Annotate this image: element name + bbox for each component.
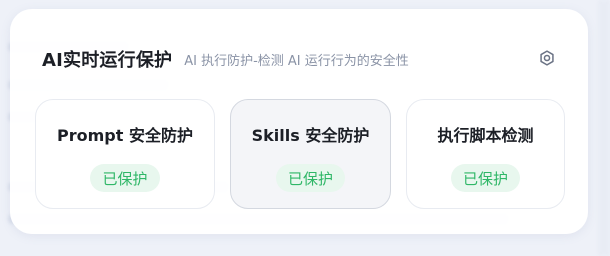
card-skills-protection[interactable]: Skills 安全防护 已保护 xyxy=(230,99,391,209)
background-scrollbar xyxy=(598,0,610,256)
panel-title: AI实时运行保护 xyxy=(42,50,173,71)
status-badge: 已保护 xyxy=(275,164,345,192)
status-badge: 已保护 xyxy=(90,164,160,192)
settings-button[interactable] xyxy=(536,49,558,71)
panel-subtitle: AI 执行防护-检测 AI 运行行为的安全性 xyxy=(184,53,409,69)
gear-icon xyxy=(538,49,556,71)
card-title: Skills 安全防护 xyxy=(251,126,370,145)
status-badge: 已保护 xyxy=(450,164,520,192)
card-prompt-protection[interactable]: Prompt 安全防护 已保护 xyxy=(35,99,215,209)
card-title: Prompt 安全防护 xyxy=(57,126,193,145)
ai-runtime-protection-panel: AI实时运行保护 AI 执行防护-检测 AI 运行行为的安全性 Prompt 安… xyxy=(10,9,588,234)
card-script-detection[interactable]: 执行脚本检测 已保护 xyxy=(406,99,565,209)
panel-header: AI实时运行保护 AI 执行防护-检测 AI 运行行为的安全性 xyxy=(42,45,558,73)
card-title: 执行脚本检测 xyxy=(437,126,534,145)
protection-cards: Prompt 安全防护 已保护 Skills 安全防护 已保护 执行脚本检测 已… xyxy=(35,99,565,211)
